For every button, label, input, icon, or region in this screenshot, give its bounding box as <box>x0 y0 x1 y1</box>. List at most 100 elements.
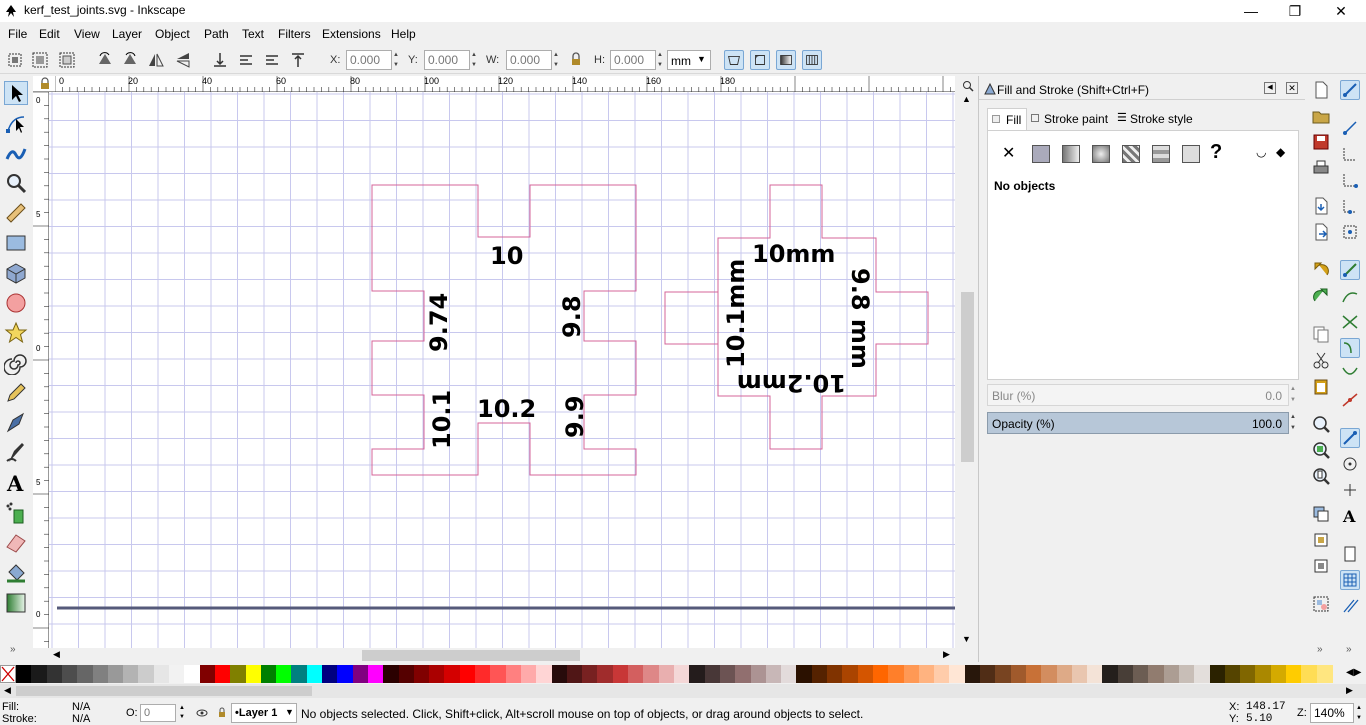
snap-text-baseline-icon[interactable]: A <box>1340 506 1360 526</box>
color-swatch[interactable] <box>352 665 369 683</box>
menu-extensions[interactable]: Extensions <box>322 27 381 41</box>
close-window-button[interactable]: ✕ <box>1318 0 1364 22</box>
menu-view[interactable]: View <box>74 27 100 41</box>
snap-nodes-button[interactable] <box>1340 260 1360 280</box>
snap-toggle-button[interactable] <box>1340 80 1360 100</box>
paint-bucket-tool[interactable] <box>4 561 28 585</box>
tab-stroke-paint[interactable]: Stroke paint <box>1029 108 1115 130</box>
color-swatch[interactable] <box>31 665 48 683</box>
palette-scrollbar[interactable]: ◀ ▶ <box>0 684 1366 698</box>
node-tool[interactable] <box>4 111 28 135</box>
x-input[interactable] <box>346 50 392 70</box>
scale-stroke-icon[interactable] <box>724 50 744 70</box>
color-swatch[interactable] <box>872 665 889 683</box>
snap-intersections-icon[interactable] <box>1340 312 1360 332</box>
stroke-indicator-value[interactable]: N/A <box>72 713 90 725</box>
color-swatch[interactable] <box>1316 665 1333 683</box>
select-all-icon[interactable] <box>5 50 25 70</box>
snap-smooth-nodes-icon[interactable] <box>1340 364 1360 384</box>
no-paint-swatch[interactable] <box>0 665 16 683</box>
label-9-74[interactable]: 9.74 <box>425 293 453 352</box>
export-icon[interactable] <box>1311 222 1331 242</box>
color-swatch[interactable] <box>475 665 492 683</box>
color-swatch[interactable] <box>169 665 186 683</box>
label-10[interactable]: 10 <box>490 242 523 270</box>
pattern-icon[interactable] <box>1152 145 1170 163</box>
print-icon[interactable] <box>1311 158 1331 178</box>
scale-corners-icon[interactable] <box>750 50 770 70</box>
color-swatch[interactable] <box>367 665 384 683</box>
color-swatch[interactable] <box>138 665 155 683</box>
undo-icon[interactable] <box>1311 260 1331 280</box>
flat-color-icon[interactable] <box>1032 145 1050 163</box>
lock-icon[interactable] <box>566 50 586 70</box>
horizontal-scrollbar[interactable]: ◀ ▶ <box>49 648 959 662</box>
color-swatch[interactable] <box>1194 665 1211 683</box>
layer-select[interactable]: •Layer 1 ▼ <box>231 703 297 723</box>
color-swatch[interactable] <box>781 665 798 683</box>
color-swatch[interactable] <box>505 665 522 683</box>
color-swatch[interactable] <box>322 665 339 683</box>
color-swatch[interactable] <box>46 665 63 683</box>
snap-bbox-edge-icon[interactable] <box>1340 144 1360 164</box>
fill-indicator-value[interactable]: N/A <box>72 701 90 713</box>
color-swatch[interactable] <box>444 665 461 683</box>
color-swatch[interactable] <box>1209 665 1226 683</box>
rotate-cw-icon[interactable] <box>120 50 140 70</box>
flip-vertical-icon[interactable] <box>173 50 193 70</box>
deselect-icon[interactable] <box>57 50 77 70</box>
minimize-button[interactable]: — <box>1228 0 1274 22</box>
opacity-stepper[interactable]: ▲ ▼ <box>1288 412 1298 434</box>
color-swatch[interactable] <box>1178 665 1195 683</box>
color-swatch[interactable] <box>1056 665 1073 683</box>
commands-overflow-icon[interactable]: » <box>1317 644 1323 655</box>
color-swatch[interactable] <box>689 665 706 683</box>
label-9-9[interactable]: 9.9 <box>561 395 589 438</box>
color-swatch[interactable] <box>949 665 966 683</box>
color-swatch[interactable] <box>520 665 537 683</box>
palette-scroll-left-icon[interactable]: ◀ <box>4 685 11 696</box>
color-swatch[interactable] <box>934 665 951 683</box>
zoom-stepper[interactable]: ▲ ▼ <box>1354 703 1364 723</box>
color-swatch[interactable] <box>230 665 247 683</box>
select-all-layers-icon[interactable] <box>30 50 50 70</box>
rectangle-tool[interactable] <box>4 231 28 255</box>
no-paint-icon[interactable]: ✕ <box>1002 143 1015 163</box>
width-input[interactable] <box>506 50 552 70</box>
eraser-tool[interactable] <box>4 531 28 555</box>
palette-scroll-thumb[interactable] <box>16 686 312 696</box>
color-swatch[interactable] <box>1117 665 1134 683</box>
guide-lock-icon[interactable] <box>37 76 53 92</box>
color-swatch[interactable] <box>1224 665 1241 683</box>
snap-bbox-icon[interactable] <box>1340 118 1360 138</box>
color-swatch[interactable] <box>1286 665 1303 683</box>
group-icon[interactable] <box>1311 594 1331 614</box>
import-icon[interactable] <box>1311 196 1331 216</box>
color-swatch[interactable] <box>1270 665 1287 683</box>
height-input[interactable] <box>610 50 656 70</box>
palette-scroll-icon[interactable]: ◀▶ <box>1346 667 1361 678</box>
radial-gradient-icon[interactable] <box>1092 145 1110 163</box>
label-10-2mm[interactable]: 10.2mm <box>737 369 846 397</box>
color-swatch[interactable] <box>123 665 140 683</box>
maximize-button[interactable]: ❐ <box>1272 0 1318 22</box>
snap-rotation-center-icon[interactable] <box>1340 480 1360 500</box>
menu-path[interactable]: Path <box>204 27 229 41</box>
y-stepper[interactable]: ▲ ▼ <box>469 50 479 70</box>
label-10-1[interactable]: 10.1 <box>428 390 456 449</box>
color-swatch[interactable] <box>306 665 323 683</box>
duplicate-icon[interactable] <box>1311 504 1331 524</box>
menu-file[interactable]: File <box>8 27 27 41</box>
label-9-8[interactable]: 9.8 <box>558 295 586 338</box>
selector-tool[interactable] <box>4 81 28 105</box>
color-swatch[interactable] <box>597 665 614 683</box>
zoom-selection-icon[interactable] <box>1311 414 1331 434</box>
color-swatch[interactable] <box>1148 665 1165 683</box>
raise-to-top-icon[interactable] <box>288 50 308 70</box>
copy-icon[interactable] <box>1311 324 1331 344</box>
color-swatch[interactable] <box>857 665 874 683</box>
color-swatch[interactable] <box>612 665 629 683</box>
zoom-page-icon[interactable] <box>1311 466 1331 486</box>
transform-gradients-icon[interactable] <box>776 50 796 70</box>
color-swatch[interactable] <box>796 665 813 683</box>
